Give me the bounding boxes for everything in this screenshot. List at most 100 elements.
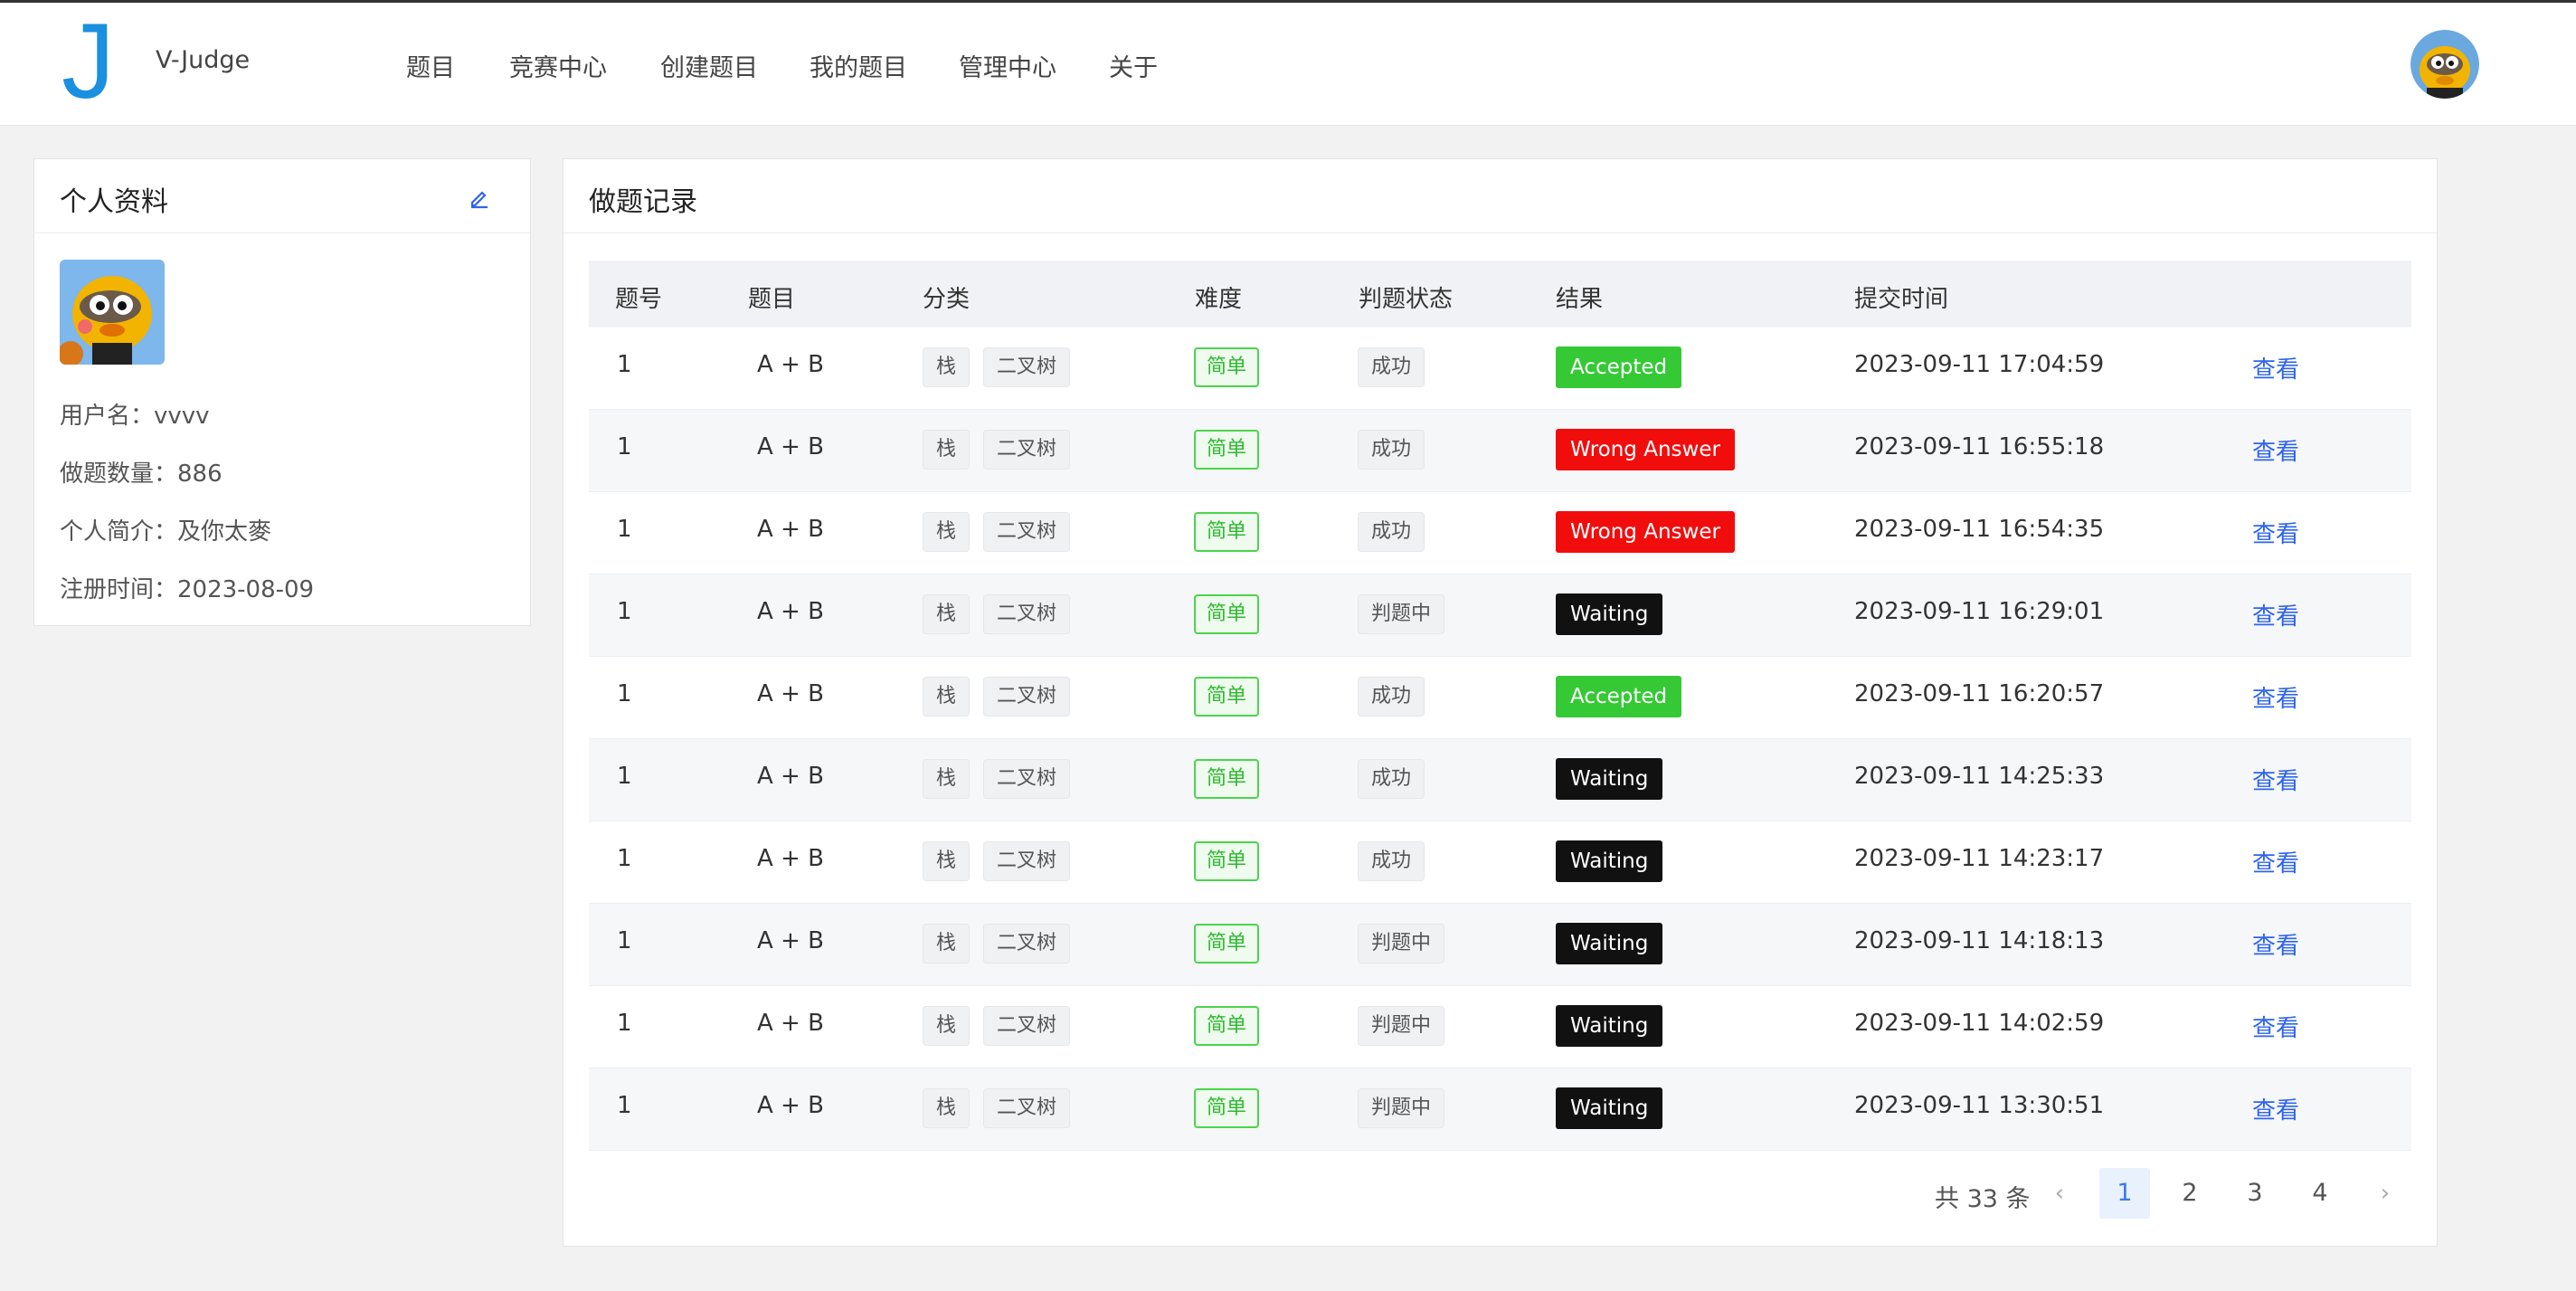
page-4-button[interactable]: 4 xyxy=(2295,1168,2345,1219)
row-submit-time: 2023-09-11 16:20:57 xyxy=(1854,680,2105,707)
category-tag: 二叉树 xyxy=(983,924,1071,964)
row-id: 1 xyxy=(617,351,632,378)
table-body: 1A + B 栈二叉树 简单 成功 Accepted 2023-09-11 17:04:5… xyxy=(589,327,2411,1151)
category-tag: 栈 xyxy=(923,1088,971,1128)
category-tag: 二叉树 xyxy=(983,677,1071,717)
result-badge: Waiting xyxy=(1556,1087,1663,1129)
row-problem[interactable]: A + B xyxy=(757,516,824,543)
row-problem[interactable]: A + B xyxy=(757,351,824,378)
result-badge: Accepted xyxy=(1556,346,1682,388)
row-submit-time: 2023-09-11 14:18:13 xyxy=(1854,927,2105,954)
row-problem[interactable]: A + B xyxy=(757,845,824,872)
view-link[interactable]: 查看 xyxy=(2252,1092,2299,1125)
table-row: 1 A + B 栈二叉树 简单 成功 Waiting 2023-09-11 14:23:17… xyxy=(589,821,2411,904)
category-tag: 栈 xyxy=(923,924,971,964)
judge-status-tag: 成功 xyxy=(1358,512,1425,552)
edit-icon[interactable] xyxy=(467,185,492,210)
row-submit-time: 2023-09-11 14:25:33 xyxy=(1854,763,2105,790)
col-judge-status: 判题状态 xyxy=(1359,286,1454,313)
category-tag: 二叉树 xyxy=(983,347,1071,387)
judge-status-tag: 成功 xyxy=(1358,759,1425,799)
row-problem[interactable]: A + B xyxy=(757,680,824,707)
result-badge: Accepted xyxy=(1556,676,1682,717)
row-problem[interactable]: A + B xyxy=(757,927,824,954)
row-problem[interactable]: A + B xyxy=(757,598,824,625)
row-id: 1 xyxy=(617,598,632,625)
row-submit-time: 2023-09-11 16:54:35 xyxy=(1854,516,2105,543)
profile-bio: 个人简介：及你太麥 xyxy=(60,518,272,546)
view-link[interactable]: 查看 xyxy=(2252,845,2299,878)
records-table: 题号 题目 分类 难度 判题状态 结果 提交时间 1A + B 栈二叉树 简单 成功 A… xyxy=(589,261,2411,1151)
page-2-button[interactable]: 2 xyxy=(2164,1168,2215,1219)
result-badge: Wrong Answer xyxy=(1556,429,1735,470)
category-tag: 二叉树 xyxy=(983,1006,1071,1046)
records-title: 做题记录 xyxy=(589,186,697,218)
difficulty-badge: 简单 xyxy=(1194,924,1260,964)
result-badge: Waiting xyxy=(1556,758,1663,800)
row-problem[interactable]: A + B xyxy=(757,1010,824,1037)
table-row: 1 A + B 栈二叉树 简单 判题中 Waiting 2023-09-11 13:30:5… xyxy=(589,1068,2411,1151)
category-tag: 栈 xyxy=(923,512,971,552)
nav-item-my-problems[interactable]: 我的题目 xyxy=(810,48,907,83)
table-row: 1 A + B 栈二叉树 简单 成功 Accepted 2023-09-11 16:20:5… xyxy=(589,657,2411,739)
nav-item-problems[interactable]: 题目 xyxy=(406,48,455,83)
nav-item-admin[interactable]: 管理中心 xyxy=(959,48,1056,83)
table-row: 1 A + B 栈二叉树 简单 判题中 Waiting 2023-09-11 14:18:1… xyxy=(589,904,2411,986)
category-tag: 二叉树 xyxy=(983,512,1071,552)
nav-item-contests[interactable]: 竞赛中心 xyxy=(509,48,607,83)
brand-name[interactable]: V-Judge xyxy=(156,46,250,74)
view-link[interactable]: 查看 xyxy=(2252,680,2299,714)
row-problem[interactable]: A + B xyxy=(757,763,824,790)
difficulty-badge: 简单 xyxy=(1194,841,1260,881)
judge-status-tag: 判题中 xyxy=(1358,594,1445,634)
table-row: 1 A + B 栈二叉树 简单 成功 Accepted 2023-09-11 17:04:5… xyxy=(589,327,2411,410)
page-1-button[interactable]: 1 xyxy=(2099,1168,2150,1219)
records-card: 做题记录 题号 题目 分类 难度 判题状态 结果 提交时间 1A + B 栈二叉树… xyxy=(563,158,2438,1247)
difficulty-badge: 简单 xyxy=(1194,1088,1260,1128)
user-avatar[interactable] xyxy=(2410,30,2479,99)
chevron-left-icon[interactable]: ‹ xyxy=(2034,1168,2085,1219)
nav-item-about[interactable]: 关于 xyxy=(1109,48,1158,83)
row-submit-time: 2023-09-11 16:29:01 xyxy=(1854,598,2105,625)
pagination: 共 33 条 ‹ 1 2 3 4 › xyxy=(564,1168,2439,1222)
profile-registered: 注册时间：2023-08-09 xyxy=(60,576,315,603)
table-row: 1 A + B 栈二叉树 简单 判题中 Waiting 2023-09-11 14:02:5… xyxy=(589,986,2411,1068)
view-link[interactable]: 查看 xyxy=(2252,516,2299,549)
row-problem[interactable]: A + B xyxy=(757,433,824,460)
view-link[interactable]: 查看 xyxy=(2252,927,2299,961)
view-link[interactable]: 查看 xyxy=(2252,433,2299,467)
category-tag: 栈 xyxy=(923,841,971,881)
view-link[interactable]: 查看 xyxy=(2252,1010,2299,1043)
category-tag: 栈 xyxy=(923,430,971,470)
view-link[interactable]: 查看 xyxy=(2252,598,2299,631)
records-card-header: 做题记录 xyxy=(564,159,2437,233)
col-result: 结果 xyxy=(1556,286,1604,313)
profile-card: 个人资料 用户名：vvvv 做题数量：886 个人简介：及你太麥 注册时间：20… xyxy=(33,158,531,626)
pagination-total: 共 33 条 xyxy=(1935,1185,2031,1213)
judge-status-tag: 成功 xyxy=(1358,347,1425,387)
result-badge: Waiting xyxy=(1556,593,1663,635)
profile-card-header: 个人资料 xyxy=(34,159,530,233)
category-tag: 二叉树 xyxy=(983,1088,1071,1128)
nav-item-create-problem[interactable]: 创建题目 xyxy=(660,48,758,83)
difficulty-badge: 简单 xyxy=(1194,677,1260,717)
profile-title: 个人资料 xyxy=(60,186,168,218)
difficulty-badge: 简单 xyxy=(1194,430,1260,470)
profile-solved-count: 做题数量：886 xyxy=(60,460,223,488)
col-id: 题号 xyxy=(615,286,663,313)
category-tag: 栈 xyxy=(923,677,971,717)
col-category: 分类 xyxy=(923,286,971,313)
logo[interactable]: J xyxy=(62,8,116,115)
difficulty-badge: 简单 xyxy=(1194,347,1260,387)
view-link[interactable]: 查看 xyxy=(2252,763,2299,796)
row-id: 1 xyxy=(617,680,632,707)
difficulty-badge: 简单 xyxy=(1194,759,1260,799)
view-link[interactable]: 查看 xyxy=(2252,351,2299,384)
table-row: 1 A + B 栈二叉树 简单 成功 Wrong Answer 2023-09-11 16:… xyxy=(589,492,2411,574)
row-problem[interactable]: A + B xyxy=(757,1092,824,1119)
chevron-right-icon[interactable]: › xyxy=(2360,1168,2410,1219)
category-tag: 栈 xyxy=(923,1006,971,1046)
page-3-button[interactable]: 3 xyxy=(2230,1168,2280,1219)
col-submit-time: 提交时间 xyxy=(1854,286,1949,313)
table-row: 1 A + B 栈二叉树 简单 成功 Wrong Answer 2023-09-11 16:… xyxy=(589,410,2411,492)
